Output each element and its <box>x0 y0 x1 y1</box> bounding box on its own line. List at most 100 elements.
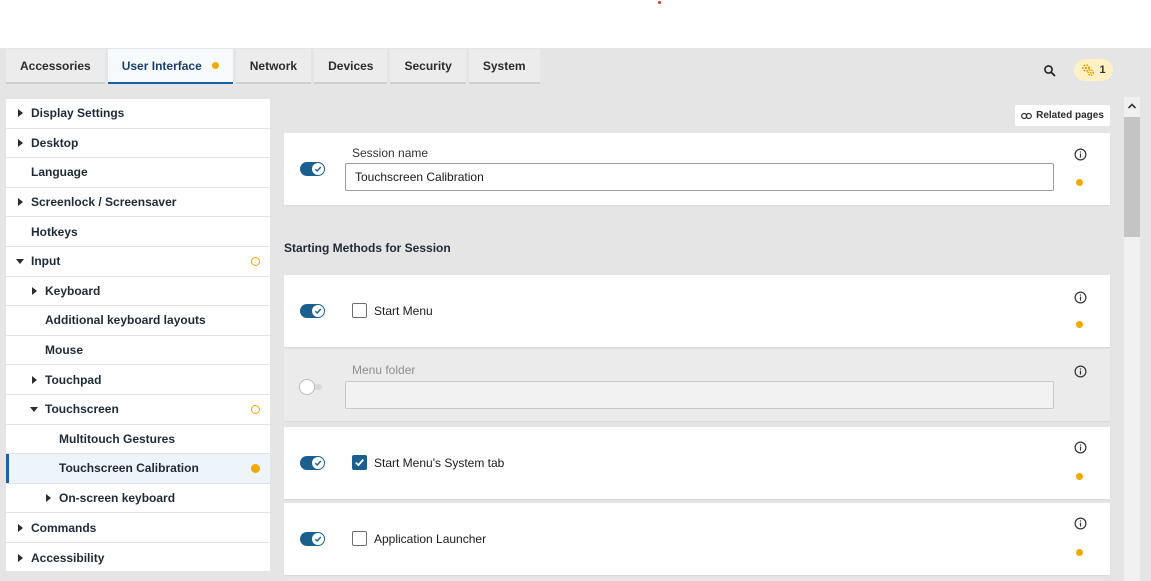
sidebar-item-commands[interactable]: Commands <box>6 513 270 543</box>
sidebar-item-additional-keyboard-layouts[interactable]: Additional keyboard layouts <box>6 306 270 336</box>
check-icon <box>314 166 322 173</box>
info-icon[interactable] <box>1074 291 1087 304</box>
changed-indicator <box>211 62 219 69</box>
start-menu-toggle[interactable] <box>300 304 325 318</box>
sidebar-item-accessibility[interactable]: Accessibility <box>6 543 270 573</box>
sidebar-item-touchscreen[interactable]: Touchscreen <box>6 395 270 425</box>
sidebar-item-touchscreen-calibration[interactable]: Touchscreen Calibration <box>6 454 270 484</box>
sidebar-item-hotkeys[interactable]: Hotkeys <box>6 217 270 247</box>
check-icon <box>314 536 322 543</box>
start-menu-system-tab-toggle[interactable] <box>300 456 325 470</box>
chevron-right-icon <box>32 375 37 384</box>
session-name-label: Session name <box>352 146 429 160</box>
search-icon <box>1044 65 1056 77</box>
sidebar-item-label: Additional keyboard layouts <box>45 313 206 328</box>
start-menu-system-tab-card: Start Menu's System tab <box>284 427 1110 499</box>
tab-devices[interactable]: Devices <box>314 49 388 84</box>
sidebar-item-on-screen-keyboard[interactable]: On-screen keyboard <box>6 484 270 514</box>
sidebar-item-label: Desktop <box>31 135 79 150</box>
sidebar-item-input[interactable]: Input <box>6 247 270 277</box>
toggle-knob <box>312 533 324 545</box>
start-menu-checkbox[interactable] <box>352 303 367 318</box>
related-pages-button[interactable]: Related pages <box>1015 105 1110 126</box>
tab-bar: Accessories User Interface Network Devic… <box>6 49 540 85</box>
tab-security[interactable]: Security <box>390 49 466 84</box>
tab-label: System <box>482 58 526 73</box>
link-icon <box>1021 112 1032 119</box>
sidebar-item-label: Touchscreen <box>45 402 119 417</box>
notification-button[interactable]: 1 <box>1074 59 1113 81</box>
toggle-knob <box>300 380 314 394</box>
section-title: Starting Methods for Session <box>284 241 451 255</box>
tab-network[interactable]: Network <box>235 49 312 84</box>
tab-system[interactable]: System <box>468 49 540 84</box>
start-menu-system-tab-checkbox[interactable] <box>352 455 367 470</box>
chevron-right-icon <box>18 553 23 562</box>
chevron-down-icon <box>16 258 24 264</box>
scrollbar-thumb[interactable] <box>1124 117 1140 237</box>
changed-indicator <box>251 404 260 414</box>
chevron-right-icon <box>46 494 51 503</box>
sidebar-item-keyboard[interactable]: Keyboard <box>6 277 270 307</box>
session-name-toggle[interactable] <box>300 162 325 176</box>
changed-indicator <box>251 463 260 473</box>
search-button[interactable] <box>1041 62 1059 80</box>
tab-label: Devices <box>328 58 374 73</box>
indicator-dot <box>658 1 661 4</box>
start-menu-label: Start Menu <box>374 304 433 318</box>
top-bar <box>0 0 1151 48</box>
sidebar-item-label: Input <box>31 254 61 269</box>
session-name-input[interactable] <box>345 163 1054 191</box>
sidebar-item-label: Screenlock / Screensaver <box>31 195 177 210</box>
sidebar-item-label: Mouse <box>45 343 84 358</box>
sidebar-item-label: Hotkeys <box>31 224 78 239</box>
sidebar-item-touchpad[interactable]: Touchpad <box>6 365 270 395</box>
status-dot <box>1076 549 1083 556</box>
tab-user-interface[interactable]: User Interface <box>107 49 233 84</box>
chevron-down-icon <box>30 406 38 412</box>
info-icon[interactable] <box>1074 441 1087 454</box>
sidebar-item-language[interactable]: Language <box>6 158 270 188</box>
menu-folder-toggle[interactable] <box>300 380 325 394</box>
sidebar-item-display-settings[interactable]: Display Settings <box>6 99 270 129</box>
session-name-card: Session name <box>284 133 1110 205</box>
status-dot <box>1076 179 1083 186</box>
sidebar-item-screenlock[interactable]: Screenlock / Screensaver <box>6 188 270 218</box>
toggle-knob <box>312 457 324 469</box>
tab-label: Accessories <box>20 58 91 73</box>
application-launcher-toggle[interactable] <box>300 532 325 546</box>
chevron-right-icon <box>18 198 23 207</box>
sidebar-item-multitouch-gestures[interactable]: Multitouch Gestures <box>6 425 270 455</box>
chevron-right-icon <box>18 138 23 147</box>
changed-indicator <box>251 256 260 266</box>
sidebar-item-label: Language <box>31 165 88 180</box>
tab-label: User Interface <box>121 58 202 73</box>
menu-folder-card: Menu folder <box>284 349 1110 421</box>
menu-folder-label: Menu folder <box>352 363 416 377</box>
sidebar-item-label: Keyboard <box>45 283 101 298</box>
tab-accessories[interactable]: Accessories <box>6 49 105 84</box>
related-pages-label: Related pages <box>1036 110 1104 121</box>
sidebar-item-label: Display Settings <box>31 106 125 121</box>
chevron-right-icon <box>18 109 23 118</box>
info-icon[interactable] <box>1074 365 1087 378</box>
tab-label: Network <box>249 58 298 73</box>
info-icon[interactable] <box>1074 517 1087 530</box>
tab-label: Security <box>404 58 452 73</box>
info-icon[interactable] <box>1074 148 1087 161</box>
scroll-up-button[interactable] <box>1124 97 1140 115</box>
sidebar-item-label: Touchpad <box>45 372 102 387</box>
chevron-right-icon <box>18 523 23 532</box>
chevron-up-icon <box>1127 103 1137 109</box>
menu-folder-input[interactable] <box>345 381 1054 409</box>
check-icon <box>314 308 322 315</box>
start-menu-card: Start Menu <box>284 275 1110 347</box>
application-launcher-card: Application Launcher <box>284 503 1110 575</box>
sidebar-item-mouse[interactable]: Mouse <box>6 336 270 366</box>
sidebar-item-desktop[interactable]: Desktop <box>6 129 270 159</box>
sidebar-item-label: Commands <box>31 520 97 535</box>
chevron-right-icon <box>32 286 37 295</box>
start-menu-system-tab-label: Start Menu's System tab <box>374 456 505 470</box>
application-launcher-checkbox[interactable] <box>352 531 367 546</box>
check-icon <box>314 460 322 467</box>
